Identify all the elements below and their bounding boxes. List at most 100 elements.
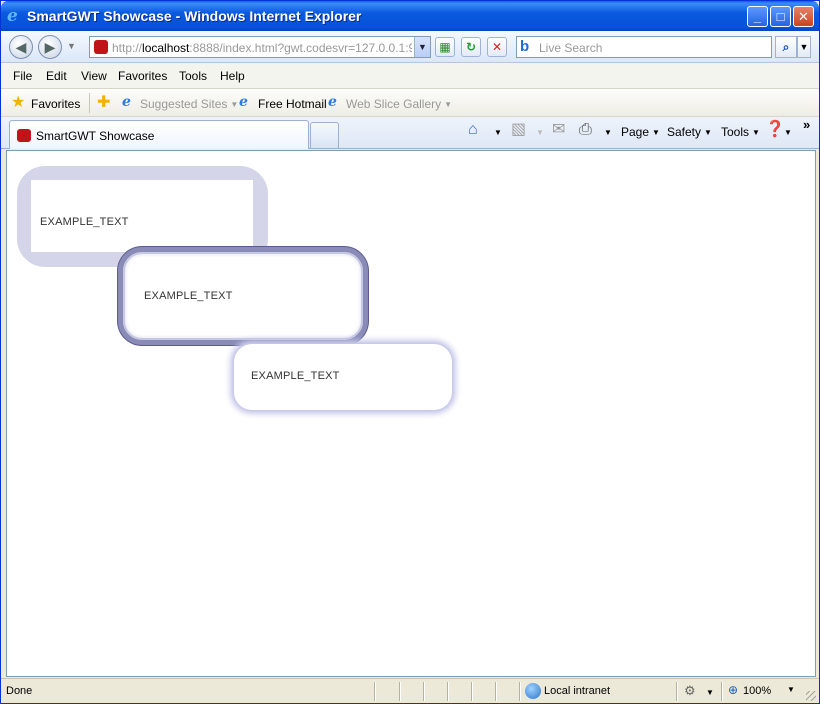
resize-grip[interactable]: [806, 691, 816, 701]
status-bar: Done Local intranet ⚙ ▼ ⊕ 100% ▼: [1, 678, 819, 703]
back-button[interactable]: ◀: [9, 35, 33, 59]
menu-file[interactable]: File: [13, 69, 32, 83]
back-arrow-icon: ◀: [15, 39, 27, 55]
card-2-text: EXAMPLE_TEXT: [144, 290, 233, 302]
security-zone[interactable]: Local intranet: [544, 685, 610, 697]
menu-tools[interactable]: Tools: [179, 69, 207, 83]
example-card-2: EXAMPLE_TEXT: [118, 247, 368, 345]
menu-bar: File Edit View Favorites Tools Help: [1, 63, 819, 89]
refresh-icon: ↻: [465, 40, 477, 54]
new-tab-button[interactable]: [310, 122, 339, 148]
safety-menu[interactable]: Safety ▼: [667, 125, 712, 139]
maximize-button[interactable]: □: [770, 6, 791, 27]
chevron-down-icon: ▼: [536, 128, 544, 137]
status-divider: [399, 682, 400, 701]
close-button[interactable]: ✕: [793, 6, 814, 27]
status-divider: [447, 682, 448, 701]
tab-smartgwt-showcase[interactable]: SmartGWT Showcase: [9, 120, 309, 149]
fav-free-hotmail[interactable]: Free Hotmail: [258, 97, 327, 111]
read-mail-icon[interactable]: ✉: [552, 122, 565, 138]
menu-favorites[interactable]: Favorites: [118, 69, 167, 83]
chevron-down-icon: ▼: [704, 128, 712, 137]
compatibility-icon: ▦: [439, 40, 451, 54]
fav-web-slice-gallery[interactable]: Web Slice Gallery ▼: [346, 97, 452, 111]
home-icon[interactable]: ⌂: [468, 122, 478, 138]
minimize-button[interactable]: _: [747, 6, 768, 27]
menu-view[interactable]: View: [81, 69, 107, 83]
page-menu-label: Page: [621, 125, 650, 139]
home-dropdown[interactable]: ▼: [491, 125, 502, 139]
page-content: EXAMPLE_TEXT EXAMPLE_TEXT EXAMPLE_TEXT: [6, 150, 816, 677]
search-input[interactable]: b Live Search: [516, 36, 772, 58]
address-bar: ◀ ▶ ▼ http://localhost:8888/index.html?g…: [1, 31, 819, 63]
live-search-logo-icon: b: [520, 38, 530, 55]
url-rest: :8888/index.html?gwt.codesvr=127.0.0.1:9…: [189, 41, 412, 55]
status-divider: [676, 682, 677, 701]
chevron-down-icon: ▼: [799, 42, 809, 52]
favorites-bar: ★ Favorites ✚ e Suggested Sites ▼ e Free …: [1, 89, 819, 117]
favorites-star-icon: ★: [11, 94, 26, 111]
status-divider: [495, 682, 496, 701]
help-dropdown[interactable]: ▼: [781, 125, 792, 139]
tools-menu[interactable]: Tools ▼: [721, 125, 760, 139]
ie-logo-icon: e: [7, 6, 18, 26]
search-button[interactable]: ⌕: [775, 36, 797, 58]
chevron-down-icon: ▼: [230, 100, 239, 109]
favorites-button[interactable]: Favorites: [31, 97, 80, 111]
chevron-down-icon: ▼: [444, 100, 453, 109]
print-dropdown[interactable]: ▼: [601, 125, 612, 139]
chevron-down-icon: ▼: [784, 128, 792, 137]
site-favicon-icon: [17, 129, 31, 142]
zoom-level[interactable]: 100%: [743, 685, 771, 697]
feeds-icon[interactable]: ▧: [511, 122, 526, 138]
example-card-3: EXAMPLE_TEXT: [234, 344, 452, 410]
card-3-text: EXAMPLE_TEXT: [251, 370, 340, 382]
chevron-down-icon: ▼: [604, 128, 612, 137]
tools-menu-label: Tools: [721, 125, 750, 139]
site-favicon-icon: [94, 40, 108, 54]
zoom-icon[interactable]: ⊕: [728, 683, 738, 697]
recent-pages-dropdown-icon[interactable]: ▼: [67, 41, 76, 51]
ie-page-icon: e: [239, 94, 248, 110]
browser-window: e SmartGWT Showcase - Windows Internet E…: [0, 0, 820, 704]
globe-icon: [525, 683, 541, 699]
fav-suggested-sites[interactable]: Suggested Sites ▼: [140, 97, 238, 111]
print-icon[interactable]: ⎙: [579, 122, 592, 138]
status-divider: [423, 682, 424, 701]
title-bar[interactable]: e SmartGWT Showcase - Windows Internet E…: [1, 1, 819, 31]
refresh-button[interactable]: ↻: [461, 37, 481, 57]
forward-arrow-icon: ▶: [44, 39, 56, 55]
compatibility-view-button[interactable]: ▦: [435, 37, 455, 57]
card-1-text: EXAMPLE_TEXT: [40, 216, 129, 228]
protected-mode-dropdown[interactable]: ▼: [703, 685, 714, 699]
menu-edit[interactable]: Edit: [46, 69, 67, 83]
status-divider: [519, 682, 520, 701]
fav-suggested-label: Suggested Sites: [140, 97, 228, 111]
zoom-dropdown-icon[interactable]: ▼: [787, 685, 795, 694]
feeds-dropdown[interactable]: ▼: [533, 125, 544, 139]
fav-webslice-label: Web Slice Gallery: [346, 97, 442, 111]
forward-button[interactable]: ▶: [38, 35, 62, 59]
add-favorite-icon[interactable]: ✚: [97, 95, 110, 111]
address-dropdown-icon[interactable]: ▼: [414, 37, 430, 57]
stop-button[interactable]: ✕: [487, 37, 507, 57]
status-divider: [374, 682, 375, 701]
status-divider: [721, 682, 722, 701]
menu-help[interactable]: Help: [220, 69, 245, 83]
address-text[interactable]: http://localhost:8888/index.html?gwt.cod…: [112, 41, 412, 55]
favbar-divider: [89, 93, 90, 113]
search-options-dropdown[interactable]: ▼: [797, 36, 811, 58]
chevron-down-icon: ▼: [652, 128, 660, 137]
chevron-down-icon: ▼: [706, 688, 714, 697]
ie-page-icon: e: [328, 94, 337, 110]
search-placeholder: Live Search: [539, 41, 603, 55]
magnifier-icon: ⌕: [782, 40, 790, 54]
page-menu[interactable]: Page ▼: [621, 125, 660, 139]
protected-mode-icon[interactable]: ⚙: [684, 683, 696, 699]
status-divider: [471, 682, 472, 701]
tab-label: SmartGWT Showcase: [36, 129, 155, 143]
address-input[interactable]: http://localhost:8888/index.html?gwt.cod…: [89, 36, 431, 58]
safety-menu-label: Safety: [667, 125, 702, 139]
more-commands-chevron-icon[interactable]: »: [803, 117, 810, 132]
tab-row: SmartGWT Showcase ⌂ ▼ ▧ ▼ ✉ ⎙ ▼ Page ▼ Sa…: [1, 117, 819, 149]
